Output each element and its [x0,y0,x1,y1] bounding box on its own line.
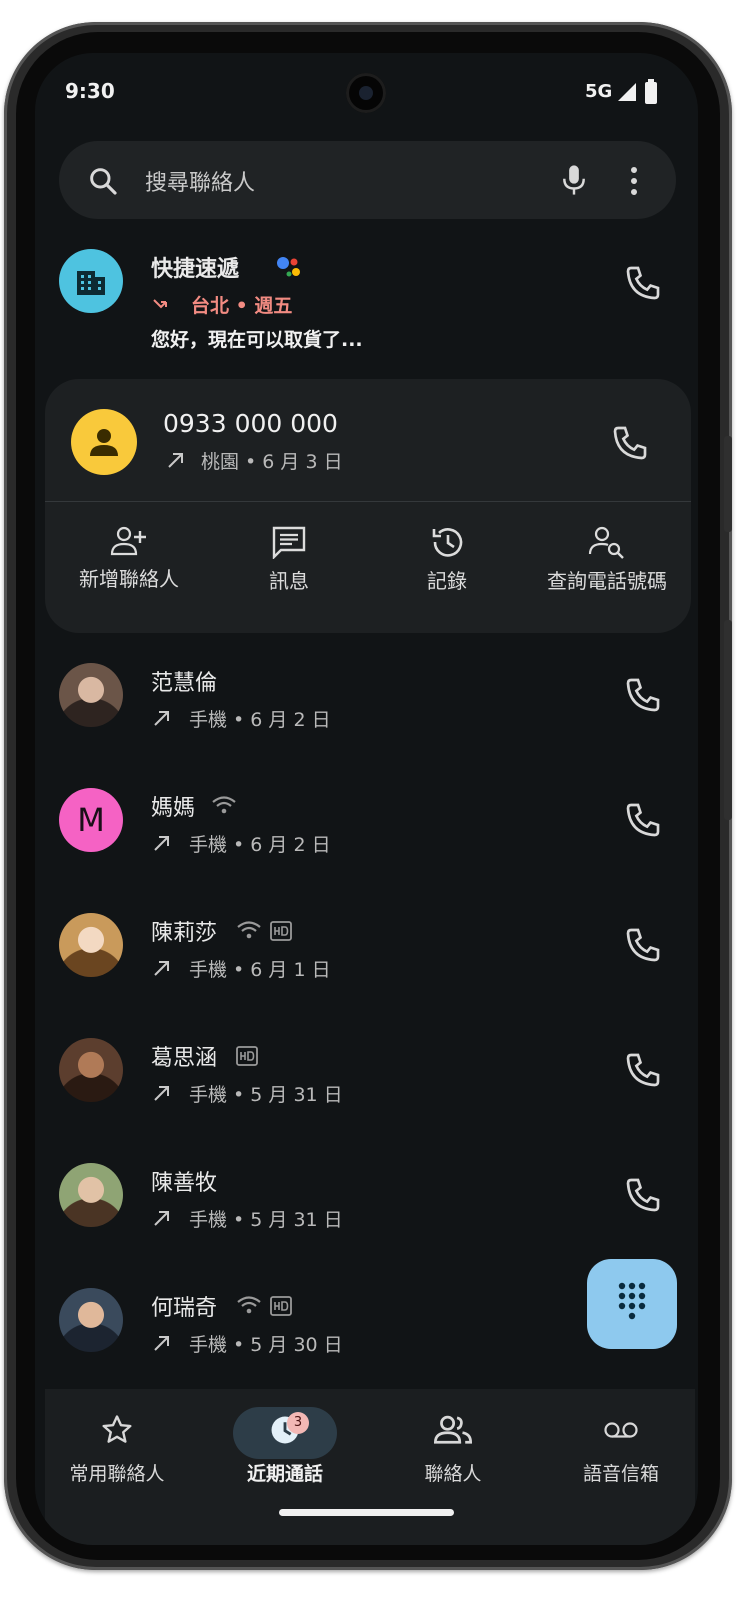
power-button [724,436,732,532]
phone-icon[interactable] [610,423,650,463]
home-indicator[interactable] [279,1509,454,1516]
missed-call-icon [153,299,167,309]
message-icon [272,526,306,559]
lookup-number-button[interactable]: 查詢電話號碼 [527,525,687,594]
call-detail: 手機 • 5 月 31 日 [189,1209,343,1231]
call-detail: 手機 • 6 月 1 日 [189,959,331,981]
outgoing-call-icon [154,961,169,976]
contact-name: 范慧倫 [151,671,218,696]
dialpad-icon [618,1282,646,1320]
microphone-icon[interactable] [559,163,589,197]
missed-count-badge: 3 [287,1412,309,1434]
call-row[interactable]: 陳莉莎手機 • 6 月 1 日 [35,901,698,1011]
outgoing-call-icon [168,453,183,468]
building-icon [77,271,105,295]
call-detail: 手機 • 5 月 30 日 [189,1334,343,1356]
person-icon [90,429,118,456]
divider [45,501,691,502]
tab-recents[interactable]: 近期通話 [205,1413,365,1486]
add-contact-button[interactable]: 新增聯絡人 [49,525,209,592]
expanded-call-card[interactable]: 0933 000 000 桃園 • 6 月 3 日 新增聯絡人 訊息 記錄 查詢… [45,379,691,633]
history-button[interactable]: 記錄 [367,525,527,594]
tab-voicemail[interactable]: 語音信箱 [541,1413,698,1486]
history-icon [432,528,463,557]
hd-voice-icon [270,1296,292,1316]
person-search-icon [588,526,624,559]
call-detail: 桃園 • 6 月 3 日 [201,451,343,473]
contact-name: 陳莉莎 [151,921,218,946]
contact-avatar: M [59,788,123,852]
volume-button [724,620,732,820]
wifi-call-icon [212,796,236,814]
tab-label: 近期通話 [246,1463,323,1485]
outgoing-call-icon [154,1336,169,1351]
contact-avatar [59,663,123,727]
more-options-icon[interactable] [629,165,639,197]
wifi-call-icon [237,921,261,939]
avatar-initial: M [77,801,105,839]
call-row-business[interactable]: 快捷速遞 台北 • 週五 您好，現在可以取貨了... [35,237,698,367]
call-row[interactable]: 葛思涵手機 • 5 月 31 日 [35,1026,698,1136]
phone-icon[interactable] [623,675,663,715]
phone-icon[interactable] [623,925,663,965]
phone-number: 0933 000 000 [163,409,338,438]
outgoing-call-icon [154,711,169,726]
signal-icon [618,83,636,101]
search-input[interactable]: 搜尋聯絡人 [145,165,255,197]
contacts-icon [434,1415,472,1444]
tab-label: 常用聯絡人 [69,1463,165,1485]
call-detail: 手機 • 6 月 2 日 [189,709,331,731]
contact-name: 快捷速遞 [151,257,240,282]
action-label: 新增聯絡人 [79,567,179,591]
outgoing-call-icon [154,1086,169,1101]
outgoing-call-icon [154,836,169,851]
message-button[interactable]: 訊息 [209,525,369,594]
status-time: 9:30 [65,79,115,103]
search-bar[interactable]: 搜尋聯絡人 [59,141,676,219]
search-icon [90,168,117,195]
outgoing-call-icon [154,1211,169,1226]
message-snippet: 您好，現在可以取貨了... [151,329,363,351]
battery-icon [645,79,657,104]
star-icon [102,1415,132,1443]
contact-avatar [59,1163,123,1227]
contact-name: 媽媽 [151,796,196,821]
action-label: 查詢電話號碼 [547,569,667,593]
phone-icon[interactable] [623,1175,663,1215]
unknown-avatar [71,409,137,475]
call-detail: 手機 • 6 月 2 日 [189,834,331,856]
contact-name: 何瑞奇 [151,1296,218,1321]
contact-avatar [59,1038,123,1102]
call-row[interactable]: 陳善牧手機 • 5 月 31 日 [35,1151,698,1261]
tab-contacts[interactable]: 聯絡人 [373,1413,533,1486]
call-row[interactable]: 范慧倫手機 • 6 月 2 日 [35,651,698,761]
voicemail-icon [604,1422,638,1438]
action-label: 訊息 [269,569,309,593]
tab-favorites[interactable]: 常用聯絡人 [37,1413,197,1486]
contact-name: 陳善牧 [151,1171,218,1196]
phone-icon[interactable] [623,1050,663,1090]
hd-voice-icon [270,921,292,941]
hd-voice-icon [236,1046,258,1066]
phone-screen: 9:30 5G 搜尋聯絡人 快捷速遞 台北 • 週五 您好，現在可以取貨了...… [35,53,698,1545]
phone-icon[interactable] [623,800,663,840]
phone-icon[interactable] [623,263,663,303]
network-type: 5G [585,81,613,102]
tab-label: 聯絡人 [424,1463,482,1485]
wifi-call-icon [237,1296,261,1314]
call-detail: 台北 • 週五 [191,295,293,317]
action-label: 記錄 [427,569,467,593]
call-row[interactable]: M 媽媽手機 • 6 月 2 日 [35,776,698,886]
dialpad-button[interactable] [587,1259,677,1349]
business-avatar [59,249,123,313]
call-detail: 手機 • 5 月 31 日 [189,1084,343,1106]
tab-label: 語音信箱 [582,1463,659,1485]
add-person-icon [110,526,146,556]
contact-avatar [59,1288,123,1352]
contact-avatar [59,913,123,977]
assistant-icon [277,257,300,277]
camera-cutout [346,73,386,113]
contact-name: 葛思涵 [151,1046,218,1071]
